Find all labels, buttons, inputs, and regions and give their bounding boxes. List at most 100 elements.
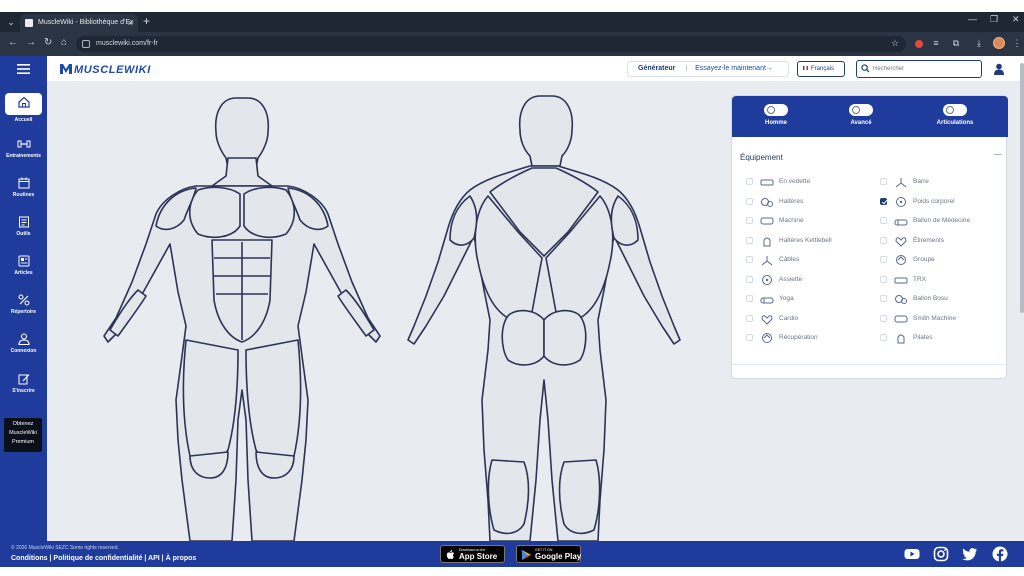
front-thigh-right[interactable] [245, 339, 302, 462]
minimize-icon[interactable]: — [968, 14, 977, 24]
equipment-checkbox[interactable] [880, 256, 887, 263]
close-tab-icon[interactable]: × [128, 14, 133, 32]
tab-search-icon[interactable]: ⌄ [4, 15, 18, 29]
equipment-checkbox[interactable] [746, 236, 753, 244]
equipment-checkbox[interactable] [880, 314, 887, 322]
page-scrollbar[interactable] [1020, 63, 1024, 313]
search-box[interactable] [856, 60, 982, 78]
browser-tab[interactable]: MuscleWiki - Bibliothèque d'Ex × [20, 14, 138, 32]
puzzle-icon[interactable]: ⧉ [950, 37, 962, 49]
equipment-checkbox[interactable] [746, 178, 753, 185]
register-icon [18, 374, 29, 385]
forward-icon[interactable]: → [26, 37, 36, 48]
user-icon[interactable] [993, 63, 1005, 75]
more-menu-icon[interactable]: ⋮ [1011, 37, 1023, 49]
premium-button[interactable]: Obtenez MuscleWiki Premium [4, 418, 42, 452]
toggle-avance[interactable]: Avancé [826, 104, 896, 126]
equipment-icon [894, 219, 908, 226]
equipment-checkbox[interactable] [880, 236, 887, 244]
back-calf-left[interactable] [487, 459, 530, 535]
equipment-icon [895, 236, 907, 247]
language-label: Français [811, 66, 835, 72]
equipment-checkbox[interactable] [746, 334, 753, 341]
toggle-articulations[interactable]: Articulations [920, 104, 990, 126]
language-button[interactable]: Français [797, 61, 845, 77]
search-input[interactable] [873, 63, 973, 75]
home-browser-icon[interactable]: ⌂ [61, 37, 67, 48]
sidebar-item-articles[interactable]: Articles [0, 254, 47, 276]
sidebar-item-sinscrire[interactable]: S'inscrire [0, 372, 47, 394]
browser-window: ⌄ MuscleWiki - Bibliothèque d'Ex × + — ❐… [0, 0, 1024, 576]
equipment-checkbox[interactable] [746, 256, 753, 263]
back-calf-right[interactable] [558, 459, 601, 535]
premium-line: MuscleWiki [9, 430, 37, 436]
equipment-checkbox[interactable] [746, 217, 753, 224]
collapse-icon[interactable] [994, 154, 1002, 162]
youtube-icon[interactable] [904, 546, 920, 562]
sidebar-label-repertoire: Répertoire [10, 309, 36, 315]
back-triceps-right[interactable] [610, 195, 639, 246]
equipment-checkbox[interactable] [880, 197, 887, 205]
musclewiki-logo[interactable]: MUSCLEWIKI [60, 64, 151, 76]
panel-toggles: Homme Avancé Articulations [732, 96, 1008, 137]
profile-avatar[interactable] [993, 37, 1005, 49]
site-info-icon[interactable] [82, 40, 90, 48]
url-text: musclewiki.com/fr-fr [96, 40, 158, 47]
equipment-icon [762, 333, 772, 343]
reload-icon[interactable]: ↻ [44, 37, 52, 48]
restore-icon[interactable]: ❐ [990, 14, 998, 25]
toggle-switch[interactable] [849, 104, 873, 116]
copyright-text: © 2026 MuscleWiki SEZC Some rights reser… [11, 545, 119, 551]
front-neck[interactable] [211, 157, 273, 187]
equipment-checkbox[interactable] [746, 197, 753, 205]
toggle-homme[interactable]: Homme [741, 104, 811, 126]
browser-toolbar: ← → ↻ ⌂ musclewiki.com/fr-fr ☆ ≡ ⧉ ⤓ ⋮ [0, 32, 1024, 56]
equipment-checkbox[interactable] [746, 314, 753, 322]
sidebar-item-repertoire[interactable]: Répertoire [0, 293, 47, 315]
sidebar-item-outils[interactable]: Outils [0, 215, 47, 237]
equipment-checkbox[interactable] [880, 334, 887, 341]
facebook-icon[interactable] [992, 546, 1008, 562]
download-icon[interactable]: ⤓ [973, 37, 985, 49]
toggle-switch[interactable] [943, 104, 967, 116]
equipment-icon [760, 297, 774, 304]
equipment-checkbox[interactable] [880, 217, 887, 224]
close-window-icon[interactable]: ✕ [1012, 14, 1020, 25]
generator-banner[interactable]: Générateur | Essayez-le maintenant→ [627, 61, 789, 77]
equipment-checkbox[interactable] [880, 295, 887, 302]
back-triceps-left[interactable] [449, 195, 478, 246]
back-icon[interactable]: ← [8, 37, 18, 48]
tools-icon [18, 216, 29, 228]
twitter-icon[interactable] [962, 546, 978, 562]
sidebar-item-routines[interactable]: Routines [0, 176, 47, 198]
equipment-checkbox[interactable] [880, 178, 887, 185]
sidebar-item-accueil[interactable]: Accueil [0, 93, 47, 123]
equipment-icon [895, 295, 907, 304]
generator-cta[interactable]: Essayez-le maintenant→ [695, 65, 773, 72]
equipment-checkbox[interactable] [746, 295, 753, 302]
equipment-checkbox[interactable] [746, 275, 753, 283]
instagram-icon[interactable] [933, 546, 949, 562]
back-glutes-right[interactable] [543, 309, 587, 366]
equipment-checkbox[interactable] [880, 275, 887, 283]
front-chest-right[interactable] [243, 186, 296, 239]
equipment-icon [763, 237, 771, 246]
back-glutes-left[interactable] [501, 309, 545, 366]
back-head[interactable] [518, 95, 574, 167]
toggle-switch[interactable] [764, 104, 788, 116]
google-play-icon [522, 550, 531, 560]
adblock-icon[interactable] [915, 40, 923, 48]
google-play-button[interactable]: GET IT ON Google Play [516, 545, 581, 563]
bookmark-star-icon[interactable]: ☆ [889, 37, 901, 49]
hamburger-menu-icon[interactable] [17, 64, 30, 74]
address-bar[interactable]: musclewiki.com/fr-fr [76, 36, 906, 52]
french-flag-icon [803, 66, 808, 71]
sidebar-item-entrainements[interactable]: Entrainements [0, 137, 47, 159]
front-chest-left[interactable] [188, 186, 241, 239]
app-store-button[interactable]: Download on the App Store [440, 545, 505, 563]
footer-links[interactable]: Conditions | Politique de confidentialit… [11, 555, 196, 562]
new-tab-icon[interactable]: + [143, 14, 150, 28]
front-thigh-left[interactable] [182, 339, 239, 462]
extension-icon[interactable]: ≡ [930, 37, 942, 49]
sidebar-item-connexion[interactable]: Connexion [0, 332, 47, 354]
